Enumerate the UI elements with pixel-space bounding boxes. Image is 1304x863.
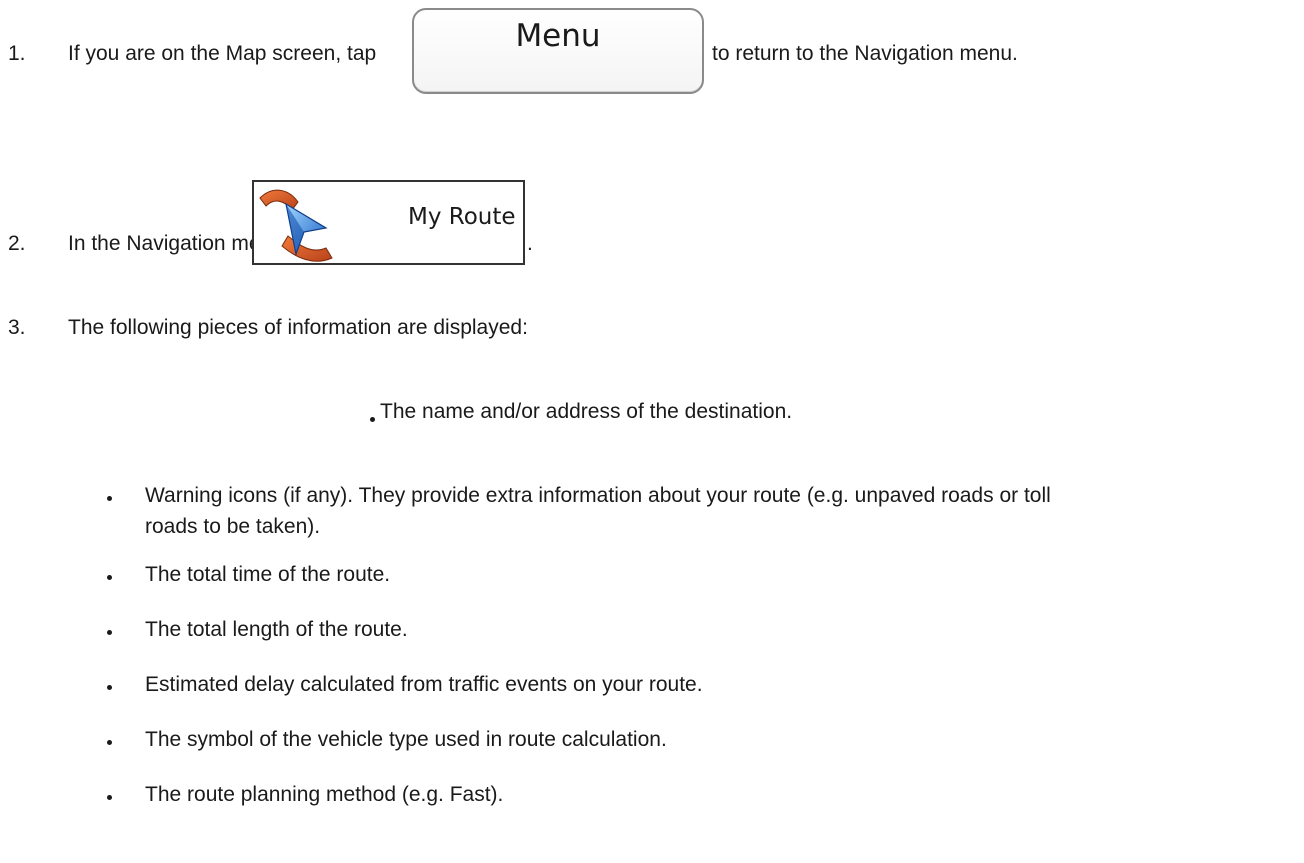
bullet-dot: [107, 795, 112, 800]
list-item: The route planning method (e.g. Fast).: [145, 783, 504, 806]
list-item: Warning icons (if any). They provide ext…: [145, 480, 1051, 542]
list-item-line: Warning icons (if any). They provide ext…: [145, 484, 1051, 507]
step-2-period: .: [527, 232, 533, 255]
my-route-button[interactable]: My Route: [252, 180, 525, 265]
bullet-dot: [370, 417, 375, 422]
step-number-2: 2.: [8, 232, 26, 255]
step-number-3: 3.: [8, 316, 26, 339]
menu-button-label: Menu: [515, 18, 601, 54]
bullet-dot: [107, 496, 112, 501]
list-item-destination: The name and/or address of the destinati…: [380, 400, 793, 423]
list-item: The total time of the route.: [145, 563, 391, 586]
list-item: The total length of the route.: [145, 618, 408, 641]
route-arrow-icon: [259, 189, 333, 262]
bullet-dot: [107, 575, 112, 580]
list-item: Estimated delay calculated from traffic …: [145, 673, 703, 696]
bullet-dot: [107, 685, 112, 690]
list-item: The symbol of the vehicle type used in r…: [145, 728, 667, 751]
bullet-dot: [107, 740, 112, 745]
step-1-continuation: to return to the Navigation menu.: [712, 42, 1018, 65]
list-item-line: roads to be taken).: [145, 515, 321, 538]
my-route-label: My Route: [408, 204, 516, 230]
step-1-text: If you are on the Map screen, tap: [68, 42, 377, 65]
bullet-dot: [107, 630, 112, 635]
menu-button[interactable]: Menu: [412, 8, 704, 94]
step-3-text: The following pieces of information are …: [68, 316, 528, 339]
step-number-1: 1.: [8, 42, 26, 65]
